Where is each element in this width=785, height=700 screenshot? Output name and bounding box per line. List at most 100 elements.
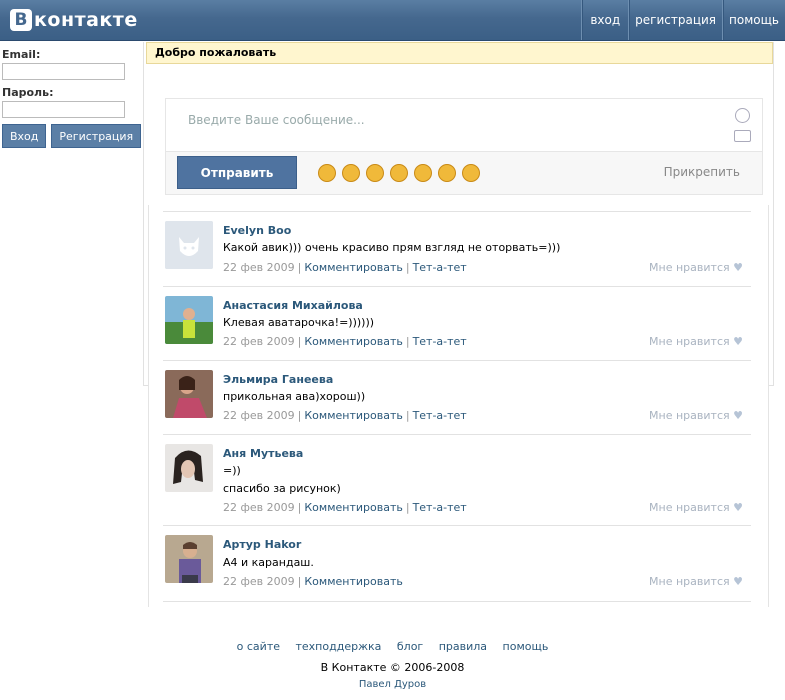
password-field[interactable] <box>2 101 125 118</box>
nav-register-link[interactable]: регистрация <box>628 0 722 40</box>
comment-text: спасибо за рисунок) <box>223 482 341 495</box>
like-button[interactable]: Мне нравится ♥ <box>649 575 743 588</box>
avatar[interactable] <box>165 221 213 269</box>
send-button[interactable]: Отправить <box>177 156 297 189</box>
comment-author[interactable]: Аня Мутьева <box>223 447 303 460</box>
avatar-photo <box>165 370 213 418</box>
logo-badge: В <box>10 9 32 31</box>
vkontakte-logo[interactable]: В контакте <box>10 7 138 33</box>
like-label: Мне нравится <box>649 409 730 422</box>
angry-emoji-icon[interactable] <box>414 164 432 182</box>
like-label: Мне нравится <box>649 501 730 514</box>
comment-meta: 22 фев 2009 | Комментировать <box>223 575 403 588</box>
camera-icon[interactable] <box>734 130 751 142</box>
login-button[interactable]: Вход <box>2 124 47 148</box>
default-avatar-icon <box>165 221 213 269</box>
message-input[interactable]: Введите Ваше сообщение... <box>166 99 762 152</box>
tete-a-tete-link[interactable]: Тет-а-тет <box>413 335 467 348</box>
like-button[interactable]: Мне нравится ♥ <box>649 335 743 348</box>
heart-icon: ♥ <box>733 575 743 588</box>
login-form: Email: Пароль: Вход Регистрация <box>2 48 142 148</box>
like-label: Мне нравится <box>649 335 730 348</box>
comment-author[interactable]: Эльмира Ганеева <box>223 373 333 386</box>
compose-box: Введите Ваше сообщение... Отправить Прик… <box>165 98 763 195</box>
comment-text: прикольная ава)хорош)) <box>223 390 366 403</box>
comment-meta: 22 фев 2009 | Комментировать | Тет-а-тет <box>223 501 467 514</box>
avatar-photo <box>165 535 213 583</box>
tete-a-tete-link[interactable]: Тет-а-тет <box>413 501 467 514</box>
comment-author[interactable]: Анастасия Михайлова <box>223 299 363 312</box>
attach-link[interactable]: Прикрепить <box>664 165 740 179</box>
like-button[interactable]: Мне нравится ♥ <box>649 409 743 422</box>
comment-text: А4 и карандаш. <box>223 556 314 569</box>
comment-date: 22 фев 2009 <box>223 409 295 422</box>
avatar-photo <box>165 444 213 492</box>
comment-date: 22 фев 2009 <box>223 575 295 588</box>
comment-meta: 22 фев 2009 | Комментировать | Тет-а-тет <box>223 335 467 348</box>
heart-icon: ♥ <box>733 335 743 348</box>
copyright: В Контакте © 2006-2008 <box>320 661 465 674</box>
nav-login-link[interactable]: вход <box>581 0 628 40</box>
heart-icon: ♥ <box>733 409 743 422</box>
smile-icon[interactable] <box>735 108 750 123</box>
like-button[interactable]: Мне нравится ♥ <box>649 261 743 274</box>
footer-blog-link[interactable]: блог <box>397 640 423 653</box>
comment-date: 22 фев 2009 <box>223 261 295 274</box>
register-button[interactable]: Регистрация <box>51 124 142 148</box>
comment-reply-link[interactable]: Комментировать <box>304 261 402 274</box>
tete-a-tete-link[interactable]: Тет-а-тет <box>413 409 467 422</box>
footer-help-link[interactable]: помощь <box>503 640 549 653</box>
comment-item: Эльмира Ганеева прикольная ава)хорош)) 2… <box>163 360 751 435</box>
comment-text: Какой авик))) очень красиво прям взгляд … <box>223 241 561 254</box>
comment-date: 22 фев 2009 <box>223 501 295 514</box>
comment-reply-link[interactable]: Комментировать <box>304 335 402 348</box>
comment-text: Клевая аватарочка!=)))))) <box>223 316 375 329</box>
email-field[interactable] <box>2 63 125 80</box>
password-label: Пароль: <box>2 86 54 99</box>
avatar-photo <box>165 296 213 344</box>
emoji-bar <box>318 164 480 182</box>
nav-help-link[interactable]: помощь <box>722 0 785 40</box>
footer-support-link[interactable]: техподдержка <box>296 640 382 653</box>
comment-author[interactable]: Evelyn Boo <box>223 224 291 237</box>
message-placeholder: Введите Ваше сообщение... <box>188 113 365 127</box>
footer-rules-link[interactable]: правила <box>439 640 487 653</box>
comment-author[interactable]: Артур Hakor <box>223 538 301 551</box>
avatar[interactable] <box>165 370 213 418</box>
like-button[interactable]: Мне нравится ♥ <box>649 501 743 514</box>
sad-emoji-icon[interactable] <box>390 164 408 182</box>
welcome-title: Добро пожаловать <box>146 42 773 64</box>
avatar[interactable] <box>165 535 213 583</box>
heart-icon: ♥ <box>733 261 743 274</box>
comment-date: 22 фев 2009 <box>223 335 295 348</box>
beach-emoji-icon[interactable] <box>342 164 360 182</box>
comment-meta: 22 фев 2009 | Комментировать | Тет-а-тет <box>223 261 467 274</box>
avatar[interactable] <box>165 296 213 344</box>
author-link[interactable]: Павел Дуров <box>0 679 785 690</box>
tete-a-tete-link[interactable]: Тет-а-тет <box>413 261 467 274</box>
cool-emoji-icon[interactable] <box>366 164 384 182</box>
email-label: Email: <box>2 48 41 61</box>
top-header: В контакте вход регистрация помощь <box>0 0 785 41</box>
logo-text: контакте <box>34 9 138 31</box>
happy-emoji-icon[interactable] <box>462 164 480 182</box>
like-label: Мне нравится <box>649 261 730 274</box>
footer-about-link[interactable]: о сайте <box>237 640 280 653</box>
comment-reply-link[interactable]: Комментировать <box>304 575 402 588</box>
comment-item: Evelyn Boo Какой авик))) очень красиво п… <box>163 211 751 287</box>
comment-item: Аня Мутьева =)) спасибо за рисунок) 22 ф… <box>163 434 751 526</box>
login-buttons: Вход Регистрация <box>2 124 142 148</box>
comment-item: Анастасия Михайлова Клевая аватарочка!=)… <box>163 286 751 361</box>
comment-reply-link[interactable]: Комментировать <box>304 501 402 514</box>
top-nav: вход регистрация помощь <box>581 0 785 40</box>
comment-reply-link[interactable]: Комментировать <box>304 409 402 422</box>
comment-meta: 22 фев 2009 | Комментировать | Тет-а-тет <box>223 409 467 422</box>
laugh-emoji-icon[interactable] <box>318 164 336 182</box>
like-label: Мне нравится <box>649 575 730 588</box>
comment-text: =)) <box>223 464 241 477</box>
avatar[interactable] <box>165 444 213 492</box>
heart-icon: ♥ <box>733 501 743 514</box>
footer-links: о сайте техподдержка блог правила помощь <box>0 640 785 653</box>
wink-emoji-icon[interactable] <box>438 164 456 182</box>
comment-item: Артур Hakor А4 и карандаш. 22 фев 2009 | К… <box>163 525 751 602</box>
